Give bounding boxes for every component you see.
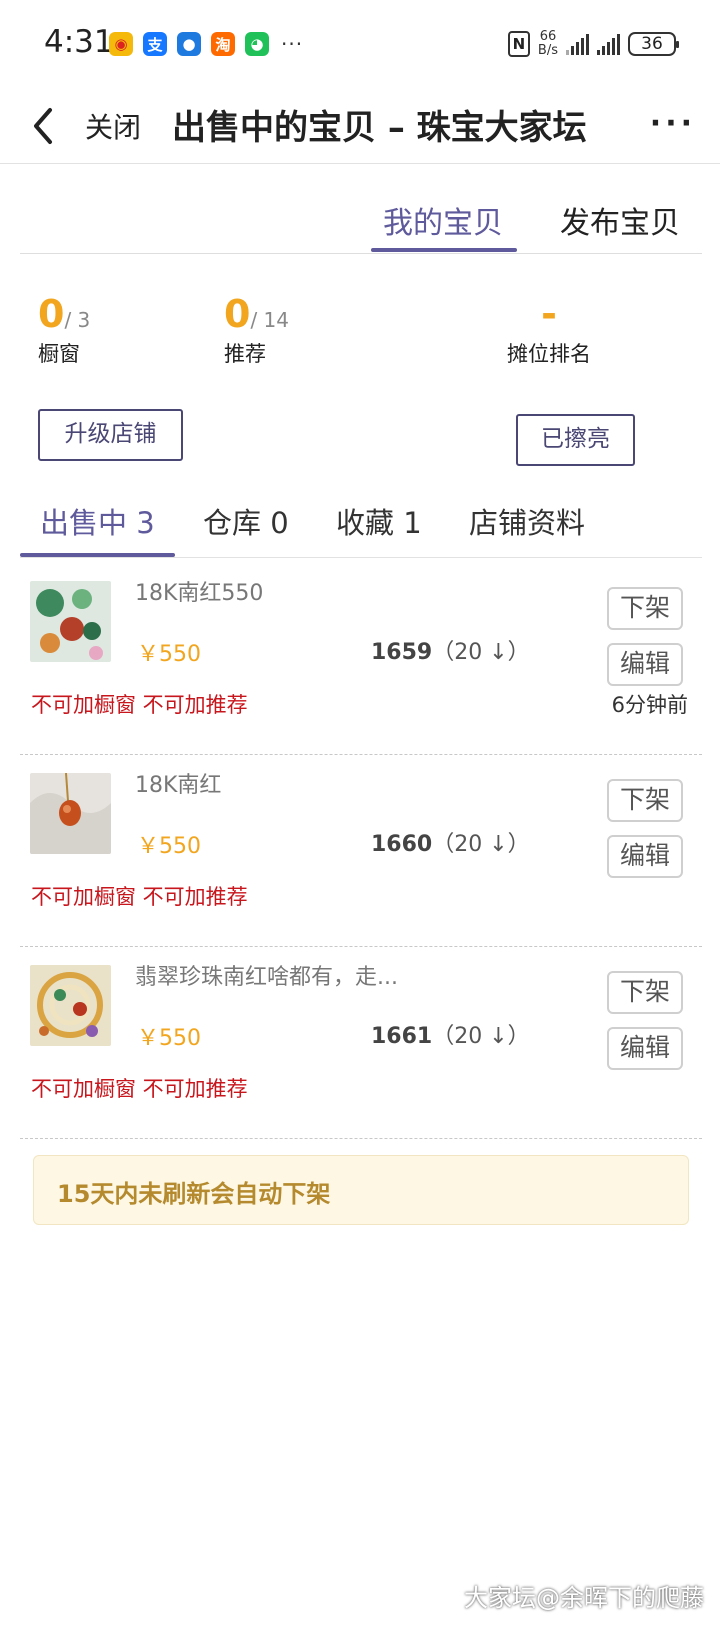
back-icon[interactable] (28, 102, 60, 150)
item-thumbnail[interactable] (30, 965, 111, 1046)
status-time: 4:31 (44, 24, 114, 60)
more-options-icon[interactable]: ··· (650, 106, 696, 141)
battery-icon: 36 (628, 32, 679, 56)
tab-my-items[interactable]: 我的宝贝 (383, 198, 503, 242)
net-speed-value: 66 (539, 29, 557, 44)
stat-recommend-total: / 14 (250, 308, 289, 332)
tab-on-sale[interactable]: 出售中 3 (40, 500, 155, 542)
nfc-icon: N (507, 31, 530, 57)
stat-recommend-value: 0 (224, 292, 251, 336)
item-thumbnail[interactable] (30, 581, 111, 662)
item-rank-number: 1659 (371, 640, 433, 665)
item-price: ￥550 (137, 1026, 201, 1051)
signal-icon-2 (597, 33, 620, 55)
stat-rank-label: 摊位排名 (507, 342, 591, 366)
more-notifications-icon: ··· (281, 32, 304, 56)
tab-warehouse[interactable]: 仓库 0 (203, 500, 289, 542)
tab-publish-item[interactable]: 发布宝贝 (560, 198, 680, 242)
notice-text: 15天内未刷新会自动下架 (57, 1180, 331, 1208)
taobao-icon: 淘 (211, 32, 235, 56)
nav-bar: 关闭 出售中的宝贝 – 珠宝大家坛 ··· (0, 90, 720, 164)
alipay-icon: 支 (143, 32, 167, 56)
item-rank: 1660（20 ↓） (371, 826, 530, 858)
edit-button[interactable]: 编辑 (607, 643, 683, 686)
item-rank-change: （20 ↓） (432, 640, 530, 665)
item-title: 翡翠珍珠南红啥都有，走... (135, 965, 398, 990)
edit-button[interactable]: 编辑 (607, 835, 683, 878)
list-item[interactable]: 18K南红 ￥550 1660（20 ↓） 下架 编辑 不可加橱窗 不可加推荐 (20, 755, 702, 947)
stat-recommend-label: 推荐 (224, 342, 266, 366)
stat-recommend: 0/ 14 推荐 (224, 292, 289, 368)
active-tab-indicator (371, 248, 517, 252)
edit-button[interactable]: 编辑 (607, 1027, 683, 1070)
item-time: 6分钟前 (611, 693, 688, 717)
list-item[interactable]: 18K南红550 ￥550 1659（20 ↓） 下架 编辑 不可加橱窗 不可加… (20, 563, 702, 755)
close-button[interactable]: 关闭 (85, 106, 141, 146)
item-title: 18K南红 (135, 773, 222, 798)
active-section-indicator (20, 553, 175, 557)
stat-window-total: / 3 (64, 308, 91, 332)
stat-window: 0/ 3 橱窗 (38, 292, 90, 368)
net-speed-unit: B/s (537, 43, 558, 58)
status-bar: 4:31 ◉ 支 ● 淘 ◕ ··· N 66 B/s 36 (0, 0, 720, 90)
weibo-icon: ◉ (109, 32, 133, 56)
item-rank: 1661（20 ↓） (371, 1018, 530, 1050)
list-item[interactable]: 翡翠珍珠南红啥都有，走... ￥550 1661（20 ↓） 下架 编辑 不可加… (20, 947, 702, 1139)
qq-icon: ● (177, 32, 201, 56)
wechat-icon: ◕ (245, 32, 269, 56)
item-warning: 不可加橱窗 不可加推荐 (31, 693, 248, 717)
item-title: 18K南红550 (135, 581, 264, 606)
section-tabs: 出售中 3 仓库 0 收藏 1 店铺资料 (20, 488, 702, 558)
item-price: ￥550 (137, 642, 201, 667)
item-warning: 不可加橱窗 不可加推荐 (31, 885, 248, 909)
upgrade-shop-button[interactable]: 升级店铺 (38, 409, 183, 461)
polished-button[interactable]: 已擦亮 (516, 414, 635, 466)
item-thumbnail[interactable] (30, 773, 111, 854)
notification-icons: ◉ 支 ● 淘 ◕ ··· (109, 32, 303, 56)
auto-takedown-notice: 15天内未刷新会自动下架 (33, 1155, 689, 1225)
item-rank-number: 1661 (371, 1024, 433, 1049)
stat-window-value: 0 (38, 292, 65, 336)
item-price: ￥550 (137, 834, 201, 859)
item-rank: 1659（20 ↓） (371, 634, 530, 666)
tab-favorites[interactable]: 收藏 1 (336, 500, 422, 542)
item-warning: 不可加橱窗 不可加推荐 (31, 1077, 248, 1101)
stat-rank-value: - (541, 292, 557, 336)
top-tabs: 我的宝贝 发布宝贝 (20, 180, 702, 254)
take-down-button[interactable]: 下架 (607, 587, 683, 630)
take-down-button[interactable]: 下架 (607, 779, 683, 822)
stat-rank: - 摊位排名 (507, 292, 591, 368)
signal-icon-1 (566, 33, 589, 55)
stat-window-label: 橱窗 (38, 342, 80, 366)
tab-shop-info[interactable]: 店铺资料 (469, 500, 585, 542)
system-icons: N 66 B/s 36 (507, 30, 679, 58)
item-rank-change: （20 ↓） (432, 1024, 530, 1049)
page-title: 出售中的宝贝 – 珠宝大家坛 (172, 108, 587, 148)
net-speed: 66 B/s (538, 30, 558, 58)
item-rank-change: （20 ↓） (432, 832, 530, 857)
watermark: 大家坛@余晖下的爬藤 (464, 1584, 704, 1612)
take-down-button[interactable]: 下架 (607, 971, 683, 1014)
item-rank-number: 1660 (371, 832, 433, 857)
